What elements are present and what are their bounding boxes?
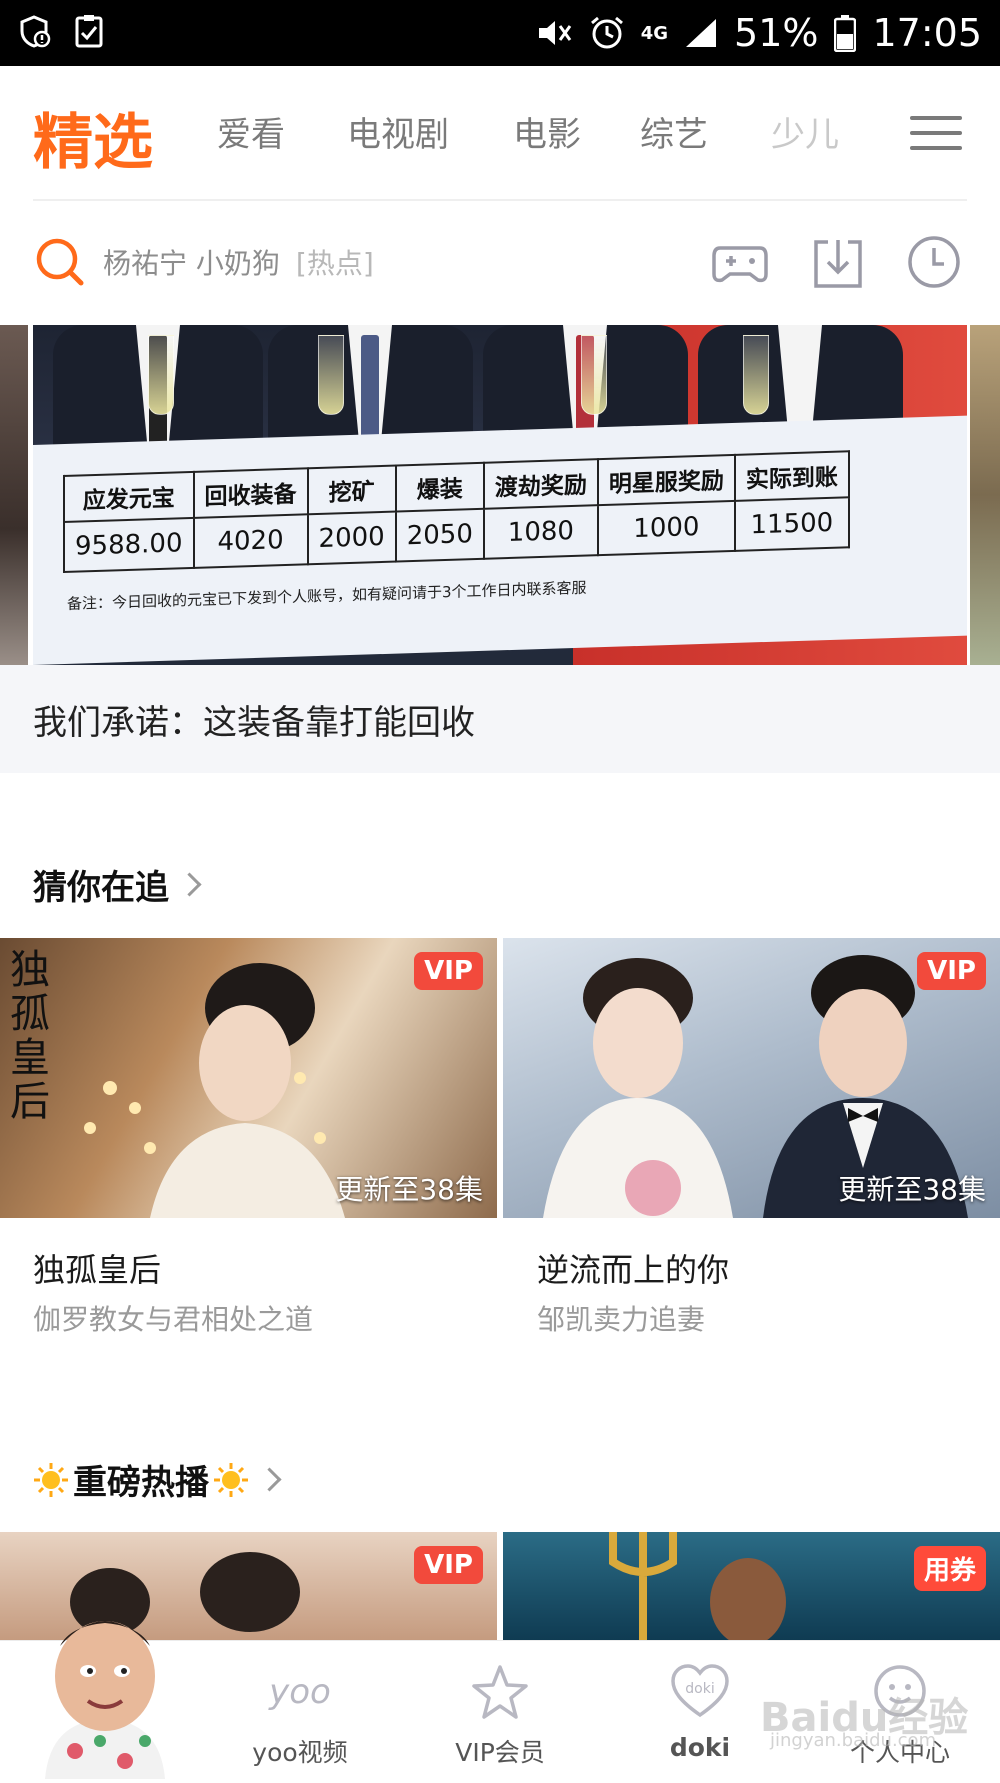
prize-value: 2000 xyxy=(307,511,396,565)
prize-value: 2050 xyxy=(395,508,484,562)
mascot-avatar[interactable] xyxy=(30,1601,180,1779)
prize-header: 应发元宝 xyxy=(64,471,194,522)
nav-label: VIP会员 xyxy=(455,1738,545,1767)
vip-badge: VIP xyxy=(917,952,986,990)
card-title[interactable]: 独孤皇后 xyxy=(33,1245,161,1291)
coupon-badge: 用券 xyxy=(913,1546,986,1591)
banner-image[interactable]: 应发元宝 回收装备 挖矿 爆装 渡劫奖励 明星服奖励 实际到账 9588.00 … xyxy=(33,325,967,665)
chevron-right-icon xyxy=(257,1467,282,1492)
prize-header: 回收装备 xyxy=(193,468,308,518)
banner-caption[interactable]: 我们承诺：这装备靠打能回收 xyxy=(33,695,475,744)
poster-against-current[interactable]: VIP 更新至38集 xyxy=(503,938,1000,1218)
vip-badge: VIP xyxy=(414,1546,483,1584)
nav-vip[interactable]: VIP会员 xyxy=(420,1641,580,1779)
chevron-right-icon xyxy=(177,872,202,897)
section-title-hot[interactable]: 重磅热播 xyxy=(33,1455,282,1504)
doki-heart-icon: doki xyxy=(671,1664,729,1718)
top-nav: 精选 爱看 电视剧 电影 综艺 少儿 xyxy=(0,66,1000,200)
signal-icon xyxy=(686,19,717,47)
status-bar: 4G 51% 17:05 xyxy=(0,0,1000,66)
svg-text:doki: doki xyxy=(685,1681,714,1697)
download-icon[interactable] xyxy=(810,234,866,290)
card-subtitle: 伽罗教女与君相处之道 xyxy=(33,1303,314,1336)
tab-watch[interactable]: 爱看 xyxy=(217,107,285,156)
menu-icon[interactable] xyxy=(910,116,962,150)
tab-featured[interactable]: 精选 xyxy=(33,94,153,181)
search-icon xyxy=(36,238,84,286)
svg-text:yoo: yoo xyxy=(268,1672,331,1712)
prize-header: 明星服奖励 xyxy=(597,454,735,506)
status-left-icons xyxy=(18,14,121,48)
battery-percent: 51% xyxy=(734,11,819,55)
sun-icon xyxy=(34,1462,68,1497)
vip-star-icon xyxy=(472,1665,528,1719)
tab-tv-series[interactable]: 电视剧 xyxy=(347,107,449,156)
prize-header: 爆装 xyxy=(395,462,484,512)
poster-dugu-empress[interactable]: 独孤皇后 VIP 更新至38集 xyxy=(0,938,497,1218)
yoo-icon: yoo xyxy=(268,1672,331,1712)
poster-title-art: 独孤皇后 xyxy=(10,947,50,1125)
section-title-following[interactable]: 猜你在追 xyxy=(33,860,202,909)
prize-value: 9588.00 xyxy=(64,517,194,572)
prize-header: 渡劫奖励 xyxy=(483,459,598,509)
baidu-watermark-url: jingyan.baidu.com xyxy=(770,1730,937,1751)
nav-divider xyxy=(33,199,967,201)
battery-icon xyxy=(834,15,857,52)
vip-badge: VIP xyxy=(414,952,483,990)
banner-next-peek[interactable] xyxy=(970,325,1000,665)
network-type: 4G xyxy=(640,22,669,44)
section-title-text: 猜你在追 xyxy=(33,868,169,908)
sun-icon xyxy=(214,1462,248,1497)
prize-header: 挖矿 xyxy=(307,465,396,515)
prize-value: 1000 xyxy=(597,500,735,556)
episode-update: 更新至38集 xyxy=(335,1173,483,1206)
episode-update: 更新至38集 xyxy=(838,1173,986,1206)
nav-yoo-video[interactable]: yoo yoo视频 xyxy=(220,1641,380,1779)
search-bar[interactable]: 杨祐宁 小奶狗 [热点] xyxy=(33,230,374,294)
tab-movies[interactable]: 电影 xyxy=(513,107,581,156)
prize-value: 4020 xyxy=(193,514,308,568)
mute-icon xyxy=(538,21,571,45)
status-right: 4G 51% 17:05 xyxy=(535,8,982,58)
tab-kids[interactable]: 少儿 xyxy=(771,107,839,156)
task-check-icon xyxy=(75,15,103,48)
game-controller-icon[interactable] xyxy=(712,234,768,290)
search-hot-tag: [热点] xyxy=(295,247,374,280)
history-clock-icon[interactable] xyxy=(906,234,962,290)
poster-hot-2[interactable]: 用券 xyxy=(503,1532,1000,1640)
nav-label: yoo视频 xyxy=(252,1738,348,1767)
prize-value: 1080 xyxy=(483,505,598,559)
search-query: 杨祐宁 小奶狗 xyxy=(103,247,280,280)
section-title-text: 重磅热播 xyxy=(73,1463,209,1503)
alarm-icon xyxy=(590,16,623,49)
clock: 17:05 xyxy=(872,11,982,55)
card-title[interactable]: 逆流而上的你 xyxy=(537,1245,729,1291)
nav-doki[interactable]: doki doki xyxy=(620,1641,780,1779)
tab-variety[interactable]: 综艺 xyxy=(640,107,708,156)
banner-prev-peek[interactable] xyxy=(0,325,28,665)
prize-header: 实际到账 xyxy=(734,451,849,501)
prize-value: 11500 xyxy=(734,497,849,551)
card-subtitle: 邹凯卖力追妻 xyxy=(537,1303,706,1336)
shield-check-icon xyxy=(20,15,51,48)
nav-label: doki xyxy=(669,1733,731,1762)
